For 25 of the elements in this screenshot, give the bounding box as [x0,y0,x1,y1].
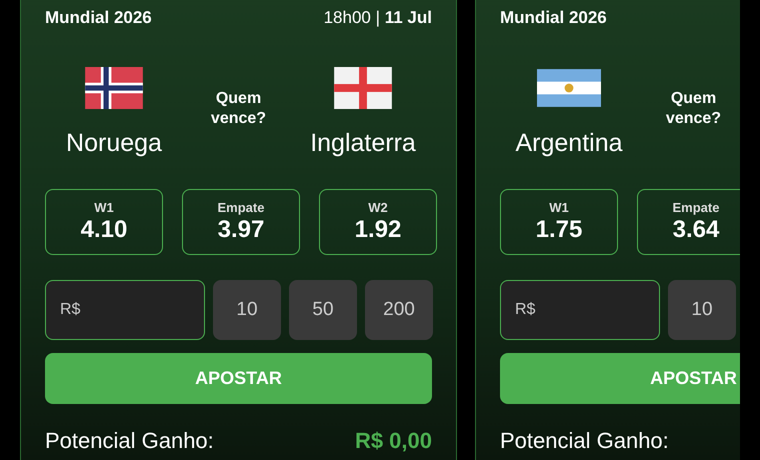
team-name: Argentina [515,129,623,158]
amount-button[interactable]: 10 [668,280,736,340]
amount-button[interactable]: 10 [213,280,281,340]
question-text: Quem vence? [664,89,722,129]
payout-label: Potencial Ganho: [500,428,669,454]
stake-input-field[interactable]: R$ [500,280,660,340]
amount-button[interactable]: 200 [365,280,433,340]
payout-value: R$ 0,00 [354,428,432,454]
odds-button[interactable]: W1 4.10 [45,189,163,255]
tournament-title: Mundial 2026 [45,8,152,28]
flag-icon [331,67,395,109]
payout-label: Potencial Ganho: [45,428,214,454]
amount-button[interactable]: 50 [289,280,357,340]
odds-button[interactable]: W2 1.92 [319,189,437,255]
odds-button[interactable]: Empate 3.64 [637,189,740,255]
flag-icon [82,67,146,109]
odds-button[interactable]: W1 1.75 [500,189,618,255]
match-time: 18h00 | 11 Jul [324,8,432,28]
tournament-title: Mundial 2026 [500,8,607,28]
team-name: Inglaterra [310,129,416,158]
flag-icon [537,67,601,109]
question-text: Quem vence? [210,89,268,129]
team-name: Noruega [66,129,162,158]
odds-button[interactable]: Empate 3.97 [182,189,300,255]
stake-input-field[interactable]: R$ [45,280,205,340]
